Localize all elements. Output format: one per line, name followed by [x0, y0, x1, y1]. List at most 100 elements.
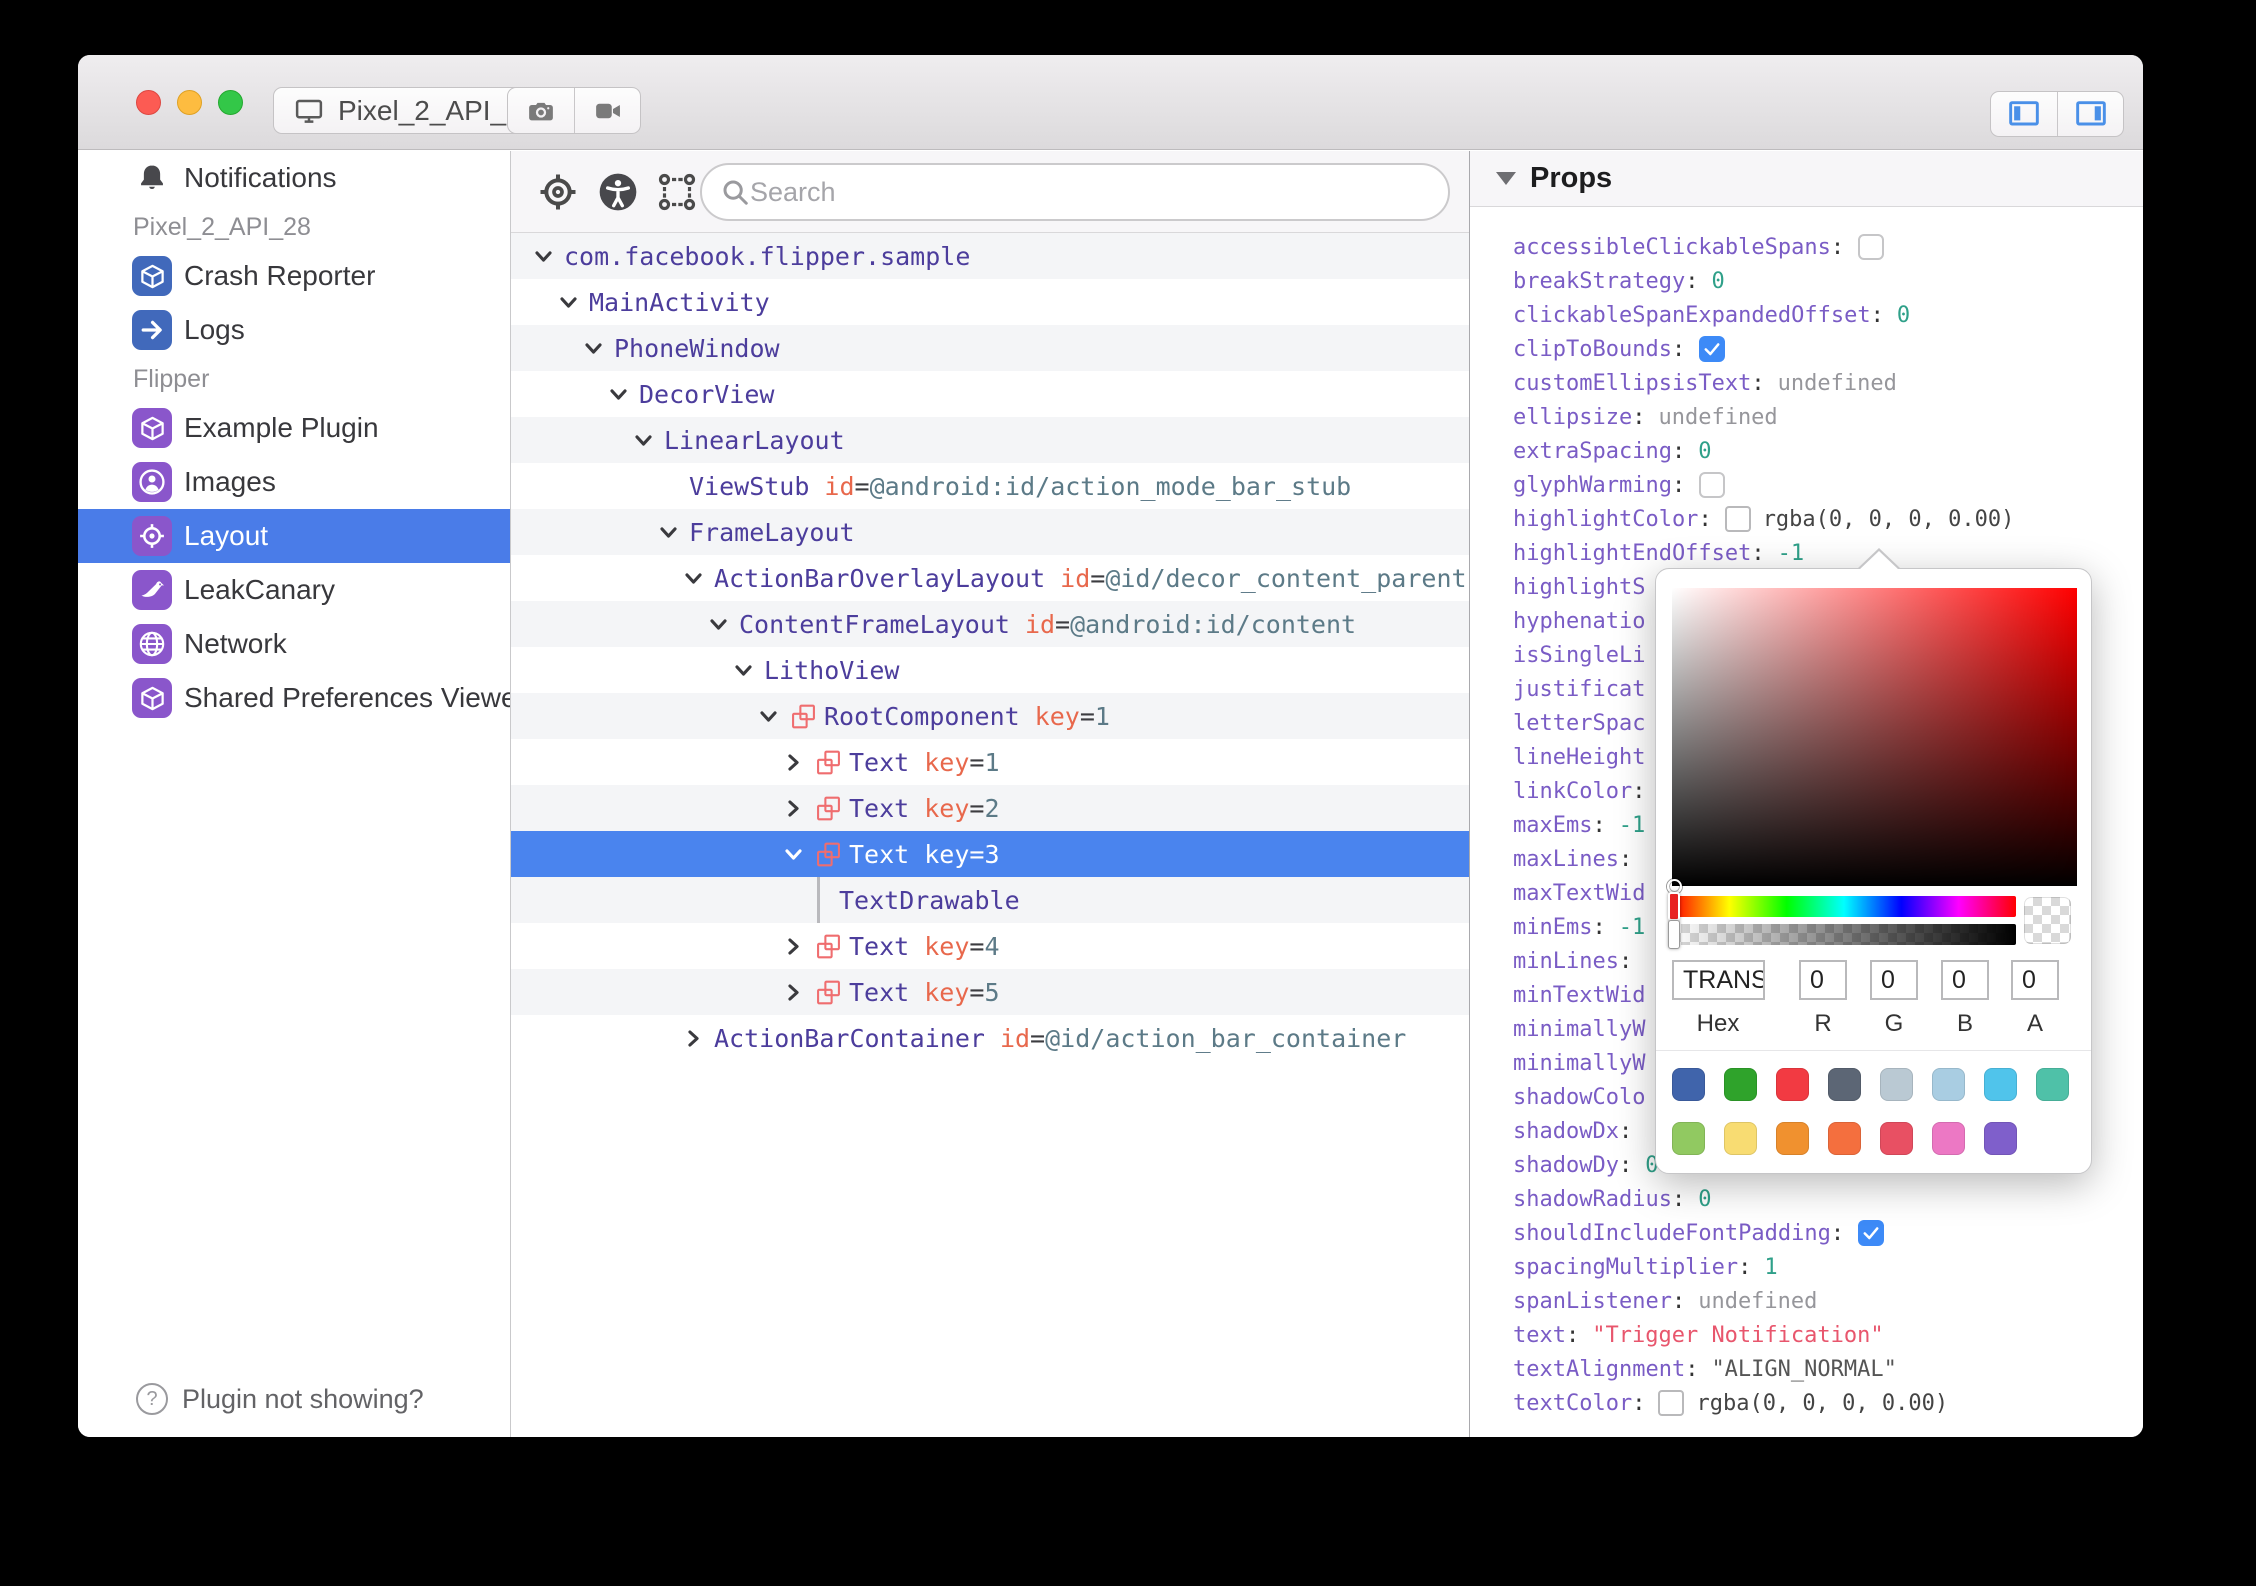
hue-slider-handle[interactable] — [1668, 892, 1680, 921]
colon: : — [1698, 506, 1712, 532]
close-button[interactable] — [136, 90, 161, 115]
tree-row-rootcomponent[interactable]: RootComponent key = 1 — [511, 693, 1469, 739]
chevron-down-icon[interactable] — [655, 523, 681, 542]
preset-color-swatch[interactable] — [1828, 1122, 1861, 1155]
chevron-down-icon[interactable] — [780, 845, 806, 864]
bounds-icon[interactable] — [657, 172, 697, 212]
preset-color-swatch[interactable] — [1880, 1068, 1913, 1101]
screenshot-button[interactable] — [508, 88, 574, 133]
chevron-down-icon[interactable] — [705, 615, 731, 634]
tree-row-text[interactable]: Text key = 5 — [511, 969, 1469, 1015]
preset-color-swatch[interactable] — [1880, 1122, 1913, 1155]
sidebar-item-network[interactable]: Network — [78, 617, 510, 671]
chevron-right-icon[interactable] — [780, 937, 806, 956]
preset-color-swatch[interactable] — [1828, 1068, 1861, 1101]
chevron-down-icon[interactable] — [755, 707, 781, 726]
alpha-input[interactable]: 0 — [2011, 960, 2059, 1000]
tree-row-text[interactable]: Text key = 4 — [511, 923, 1469, 969]
checkbox-unchecked[interactable] — [1858, 234, 1885, 260]
tree-row-contentframelayout[interactable]: ContentFrameLayout id = @android:id/content — [511, 601, 1469, 647]
screen-record-button[interactable] — [574, 88, 640, 133]
alpha-slider[interactable] — [1668, 920, 2016, 949]
search-input[interactable] — [750, 176, 1430, 208]
tree-row-text[interactable]: Text key = 2 — [511, 785, 1469, 831]
tree-row-text[interactable]: Text key = 3 — [511, 831, 1469, 877]
preset-color-swatch[interactable] — [1932, 1068, 1965, 1101]
colon: : — [1870, 302, 1884, 328]
tree-row-mainactivity[interactable]: MainActivity — [511, 279, 1469, 325]
sidebar-item-shared-preferences-viewer[interactable]: Shared Preferences Viewer — [78, 671, 510, 725]
chevron-down-icon[interactable] — [605, 385, 631, 404]
preset-color-swatch[interactable] — [1724, 1068, 1757, 1101]
hue-slider[interactable] — [1668, 892, 2016, 921]
preset-color-swatch[interactable] — [1672, 1122, 1705, 1155]
preset-color-swatch[interactable] — [2036, 1068, 2069, 1101]
chevron-right-icon[interactable] — [780, 799, 806, 818]
colon: : — [1671, 336, 1686, 362]
prop-name: maxLines — [1513, 846, 1619, 872]
chevron-down-icon[interactable] — [555, 293, 581, 312]
preset-color-swatch[interactable] — [1724, 1122, 1757, 1155]
tree-row-framelayout[interactable]: FrameLayout — [511, 509, 1469, 555]
sidebar-item-label: Crash Reporter — [184, 260, 376, 291]
cube-icon — [132, 408, 172, 448]
green-input[interactable]: 0 — [1870, 960, 1918, 1000]
alpha-slider-handle[interactable] — [1668, 920, 1680, 949]
preset-color-swatch[interactable] — [1984, 1068, 2017, 1101]
chevron-right-icon[interactable] — [780, 753, 806, 772]
tree-row-linearlayout[interactable]: LinearLayout — [511, 417, 1469, 463]
checkbox-checked[interactable] — [1699, 336, 1726, 362]
tree-row-com-facebook-flipper-sample[interactable]: com.facebook.flipper.sample — [511, 233, 1469, 279]
sidebar-item-example-plugin[interactable]: Example Plugin — [78, 401, 510, 455]
tree-node-attr: id — [999, 1023, 1031, 1053]
preset-color-swatch[interactable] — [1932, 1122, 1965, 1155]
tree-row-text[interactable]: Text key = 1 — [511, 739, 1469, 785]
checkbox-checked[interactable] — [1858, 1220, 1885, 1246]
colon: : — [1592, 812, 1606, 838]
preset-color-swatch[interactable] — [1776, 1068, 1809, 1101]
hex-input[interactable]: TRANS — [1672, 960, 1765, 1000]
sidebar-item-layout[interactable]: Layout — [78, 509, 510, 563]
minimize-button[interactable] — [177, 90, 202, 115]
blue-input[interactable]: 0 — [1941, 960, 1989, 1000]
chevron-down-icon[interactable] — [680, 569, 706, 588]
chevron-down-icon[interactable] — [580, 339, 606, 358]
tree-row-textdrawable[interactable]: TextDrawable — [511, 877, 1469, 923]
chevron-down-icon[interactable] — [730, 661, 756, 680]
sidebar-item-logs[interactable]: Logs — [78, 303, 510, 357]
accessibility-icon[interactable] — [598, 172, 638, 212]
color-swatch[interactable] — [1658, 1390, 1685, 1416]
tree-node-attr-value: 3 — [984, 839, 1000, 869]
toggle-left-panel-button[interactable] — [1991, 92, 2057, 136]
tree-row-decorview[interactable]: DecorView — [511, 371, 1469, 417]
chevron-right-icon[interactable] — [780, 983, 806, 1002]
tree-row-viewstub[interactable]: ViewStub id = @android:id/action_mode_bar_s… — [511, 463, 1469, 509]
sidebar-item-leakcanary[interactable]: LeakCanary — [78, 563, 510, 617]
chevron-down-icon[interactable] — [630, 431, 656, 450]
litho-component-icon — [791, 704, 816, 729]
props-header[interactable]: Props — [1470, 151, 2143, 207]
chevron-down-icon[interactable] — [530, 247, 556, 266]
tree-row-actionbarcontainer[interactable]: ActionBarContainer id = @id/action_bar_cont… — [511, 1015, 1469, 1061]
checkbox-unchecked[interactable] — [1699, 472, 1726, 498]
tree-row-lithoview[interactable]: LithoView — [511, 647, 1469, 693]
plugin-not-showing-link[interactable]: ? Plugin not showing? — [136, 1383, 424, 1415]
colon: : — [1751, 370, 1765, 396]
sidebar-item-notifications[interactable]: Notifications — [78, 151, 510, 205]
tree-row-actionbaroverlaylayout[interactable]: ActionBarOverlayLayout id = @id/decor_conte… — [511, 555, 1469, 601]
red-input[interactable]: 0 — [1799, 960, 1847, 1000]
saturation-value-gradient[interactable] — [1667, 588, 2077, 894]
sidebar-item-crash-reporter[interactable]: Crash Reporter — [78, 249, 510, 303]
preset-color-swatch[interactable] — [1776, 1122, 1809, 1155]
crosshair-icon[interactable] — [538, 172, 578, 212]
zoom-button[interactable] — [218, 90, 243, 115]
sidebar-item-images[interactable]: Images — [78, 455, 510, 509]
preset-color-swatch[interactable] — [1984, 1122, 2017, 1155]
chevron-right-icon[interactable] — [680, 1029, 706, 1048]
color-swatch[interactable] — [1724, 506, 1751, 532]
preset-color-swatch[interactable] — [1672, 1068, 1705, 1101]
alpha-gradient — [1672, 924, 2016, 945]
red-label: R — [1814, 1010, 1832, 1037]
tree-row-phonewindow[interactable]: PhoneWindow — [511, 325, 1469, 371]
toggle-right-panel-button[interactable] — [2057, 92, 2123, 136]
